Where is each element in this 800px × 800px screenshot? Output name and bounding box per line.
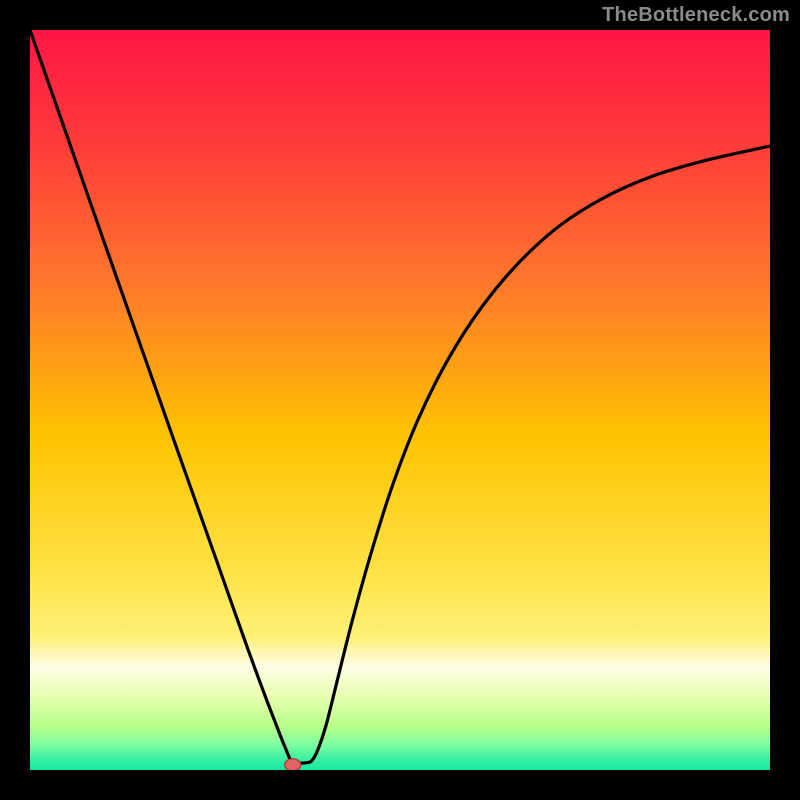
chart-frame: TheBottleneck.com bbox=[0, 0, 800, 800]
attribution-text: TheBottleneck.com bbox=[602, 4, 790, 27]
plot-area bbox=[30, 30, 770, 770]
optimal-point-marker bbox=[285, 759, 301, 770]
gradient-background bbox=[30, 30, 770, 770]
plot-svg bbox=[30, 30, 770, 770]
